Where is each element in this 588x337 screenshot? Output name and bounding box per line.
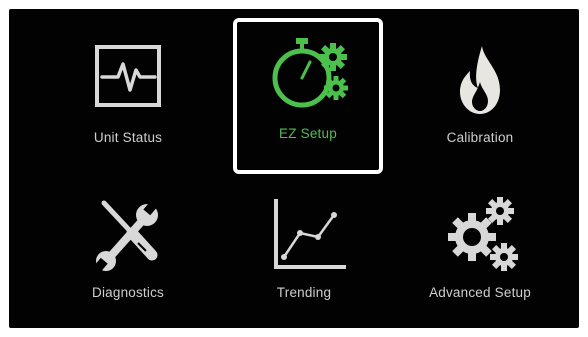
stopwatch-gears-icon	[260, 34, 356, 116]
menu-screen: Unit Status EZ Setup Calibration Diagnos…	[9, 9, 579, 328]
menu-tile-unit-status[interactable]: Unit Status	[57, 22, 199, 170]
menu-tile-label: Calibration	[446, 130, 514, 145]
menu-tile-diagnostics[interactable]: Diagnostics	[57, 177, 199, 325]
menu-tile-ez-setup[interactable]: EZ Setup	[233, 18, 383, 174]
gears-icon	[432, 193, 528, 275]
menu-tile-advanced-setup[interactable]: Advanced Setup	[409, 177, 551, 325]
line-graph-icon	[256, 193, 352, 275]
menu-tile-trending[interactable]: Trending	[233, 177, 375, 325]
waveform-monitor-icon	[80, 38, 176, 120]
menu-tile-label: EZ Setup	[279, 126, 337, 141]
flame-icon	[432, 38, 528, 120]
menu-tile-label: Trending	[276, 285, 332, 300]
menu-tile-calibration[interactable]: Calibration	[409, 22, 551, 170]
menu-tile-label: Unit Status	[93, 130, 163, 145]
wrench-screwdriver-icon	[80, 193, 176, 275]
menu-tile-label: Advanced Setup	[429, 285, 531, 300]
menu-tile-label: Diagnostics	[92, 285, 164, 300]
